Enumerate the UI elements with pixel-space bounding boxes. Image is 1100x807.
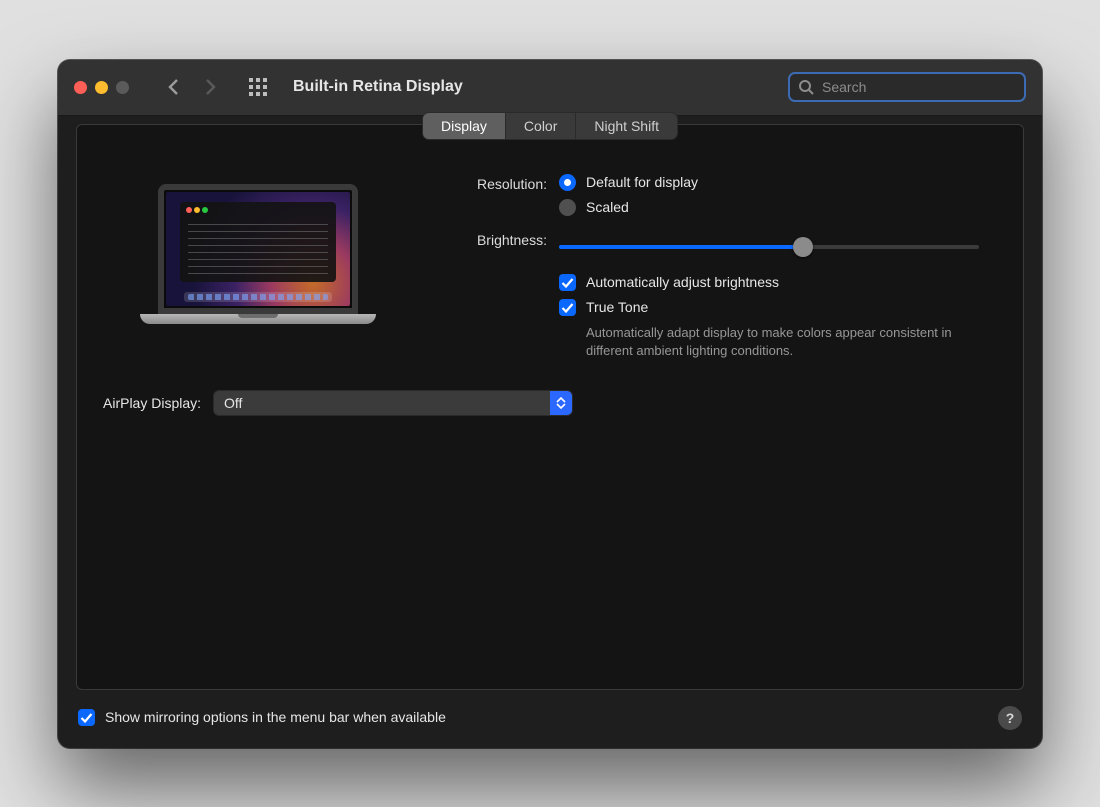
preferences-window: Built-in Retina Display Display Color Ni… xyxy=(58,60,1042,748)
tab-display[interactable]: Display xyxy=(423,113,506,139)
airplay-value: Off xyxy=(224,395,550,411)
nav-buttons xyxy=(165,78,219,96)
brightness-label: Brightness: xyxy=(443,230,559,248)
resolution-scaled-label: Scaled xyxy=(586,199,629,215)
checkbox-icon xyxy=(559,299,576,316)
resolution-default-radio[interactable]: Default for display xyxy=(559,174,997,191)
search-input[interactable] xyxy=(820,78,1016,96)
window-controls xyxy=(74,81,129,94)
show-mirroring-checkbox[interactable]: Show mirroring options in the menu bar w… xyxy=(78,709,446,726)
toolbar: Built-in Retina Display xyxy=(58,60,1042,116)
tab-color[interactable]: Color xyxy=(506,113,576,139)
show-mirroring-label: Show mirroring options in the menu bar w… xyxy=(105,709,446,725)
search-field[interactable] xyxy=(788,72,1026,102)
airplay-label: AirPlay Display: xyxy=(103,395,201,411)
window-title: Built-in Retina Display xyxy=(293,78,463,96)
search-icon xyxy=(798,79,814,95)
true-tone-description: Automatically adapt display to make colo… xyxy=(559,324,959,360)
resolution-default-label: Default for display xyxy=(586,174,698,190)
radio-icon xyxy=(559,174,576,191)
display-preview-image xyxy=(140,184,376,324)
popup-arrows-icon xyxy=(550,391,572,415)
resolution-label: Resolution: xyxy=(443,174,559,192)
true-tone-label: True Tone xyxy=(586,299,648,315)
auto-brightness-checkbox[interactable]: Automatically adjust brightness xyxy=(559,274,997,291)
checkbox-icon xyxy=(559,274,576,291)
show-all-icon[interactable] xyxy=(249,78,267,96)
zoom-window-button xyxy=(116,81,129,94)
back-button[interactable] xyxy=(165,78,183,96)
tab-bar: Display Color Night Shift xyxy=(422,112,678,140)
forward-button xyxy=(201,78,219,96)
true-tone-checkbox[interactable]: True Tone xyxy=(559,299,997,316)
airplay-popup[interactable]: Off xyxy=(213,390,573,416)
help-button[interactable]: ? xyxy=(998,706,1022,730)
brightness-slider[interactable] xyxy=(559,236,979,258)
tab-night-shift[interactable]: Night Shift xyxy=(576,113,677,139)
auto-brightness-label: Automatically adjust brightness xyxy=(586,274,779,290)
close-window-button[interactable] xyxy=(74,81,87,94)
content-panel: Display Color Night Shift xyxy=(76,124,1024,690)
resolution-scaled-radio[interactable]: Scaled xyxy=(559,199,997,216)
minimize-window-button[interactable] xyxy=(95,81,108,94)
radio-icon xyxy=(559,199,576,216)
checkbox-icon xyxy=(78,709,95,726)
